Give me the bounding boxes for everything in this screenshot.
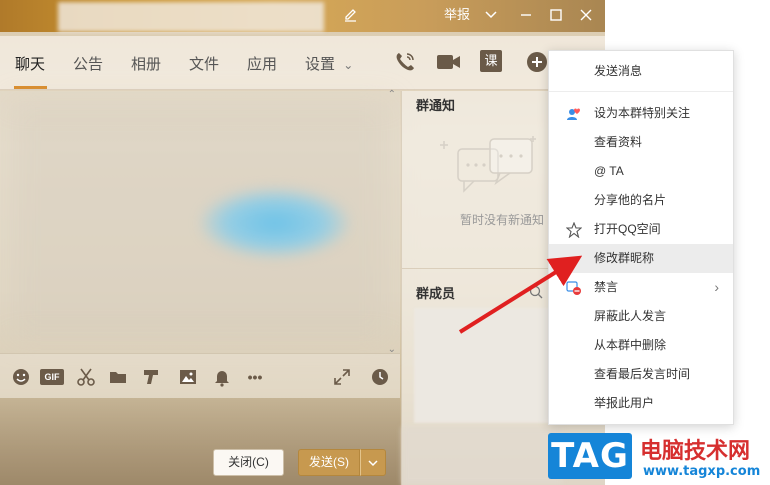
menu-label: 查看最后发言时间 (594, 367, 691, 381)
watermark-logo: TAG (548, 433, 632, 479)
member-list-blurred-lower (402, 427, 562, 485)
tab-bar: 聊天 公告 相册 文件 应用 设置 ⌄ 课 (0, 36, 605, 90)
close-button[interactable]: 关闭(C) (213, 449, 284, 476)
menu-send-message[interactable]: 发送消息 (549, 57, 733, 86)
annotation-arrow (458, 255, 583, 334)
send-button[interactable]: 发送(S) (298, 449, 360, 476)
menu-last-message-time[interactable]: 查看最后发言时间 (549, 360, 733, 389)
menu-label: 设为本群特别关注 (594, 106, 691, 120)
tab-apps[interactable]: 应用 (247, 53, 277, 74)
blurred-message-bubble (200, 188, 350, 258)
menu-view-profile[interactable]: 查看资料 (549, 128, 733, 157)
menu-label: 发送消息 (594, 64, 643, 78)
tab-settings[interactable]: 设置 ⌄ (305, 53, 353, 74)
title-bar[interactable]: 举报 (0, 0, 605, 32)
tab-album[interactable]: 相册 (131, 53, 161, 74)
more-icon[interactable]: ••• (243, 367, 267, 387)
empty-notice-text: 暂时没有新通知 (459, 213, 544, 227)
phone-icon[interactable] (393, 50, 419, 74)
active-tab-indicator (14, 86, 47, 89)
scissors-icon[interactable] (75, 367, 97, 387)
group-notice-title: 群通知 (416, 98, 456, 113)
tab-settings-label: 设置 (305, 56, 336, 73)
menu-share-card[interactable]: 分享他的名片 (549, 186, 733, 215)
tencent-doc-icon[interactable] (140, 367, 162, 387)
minimize-icon[interactable] (515, 4, 537, 26)
empty-notice-illustration (440, 136, 536, 193)
qzone-star-icon (566, 222, 582, 238)
report-label: 举报 (443, 7, 470, 22)
image-icon[interactable] (177, 367, 199, 387)
gif-icon[interactable]: GIF (40, 367, 64, 387)
lesson-glyph: 课 (480, 50, 502, 72)
menu-label: 查看资料 (594, 135, 643, 149)
folder-icon[interactable] (107, 367, 129, 387)
watermark-title: 电脑技术网 (640, 439, 751, 464)
menu-label: 举报此用户 (594, 396, 655, 410)
tab-files[interactable]: 文件 (189, 53, 219, 74)
gif-label: GIF (40, 369, 64, 385)
close-icon[interactable] (575, 4, 597, 26)
menu-special-care[interactable]: 设为本群特别关注 (549, 99, 733, 128)
chevron-right-icon: › (714, 279, 719, 295)
history-clock-icon[interactable] (369, 367, 391, 387)
chevron-down-icon[interactable] (480, 4, 502, 26)
expand-icon[interactable] (331, 367, 353, 387)
video-call-icon[interactable] (436, 50, 462, 74)
chevron-down-icon: ⌄ (343, 58, 354, 72)
menu-separator (549, 91, 733, 92)
pencil-icon[interactable] (340, 4, 362, 26)
member-context-menu: 发送消息 设为本群特别关注 查看资料 @ TA 分享他的名片 打开QQ空间 修改… (548, 50, 734, 425)
tab-announcement[interactable]: 公告 (73, 53, 103, 74)
menu-report-user[interactable]: 举报此用户 (549, 389, 733, 418)
emoji-icon[interactable] (10, 367, 32, 387)
menu-label: @ TA (594, 164, 624, 178)
report-button[interactable]: 举报 (440, 4, 474, 26)
menu-label: 修改群昵称 (594, 251, 655, 265)
group-name-blurred (58, 2, 324, 32)
maximize-icon[interactable] (545, 4, 567, 26)
input-toolbar: GIF ••• (0, 353, 400, 398)
special-care-icon (567, 108, 580, 120)
bell-icon[interactable] (211, 367, 233, 387)
message-area[interactable]: ⌃ ⌄ (0, 89, 400, 355)
menu-label: 屏蔽此人发言 (594, 309, 667, 323)
menu-label: 打开QQ空间 (594, 222, 661, 236)
watermark-url: www.tagxp.com (643, 464, 761, 479)
lesson-icon[interactable]: 课 (480, 50, 506, 74)
menu-mention[interactable]: @ TA (549, 157, 733, 186)
send-options-button[interactable] (360, 449, 386, 476)
tab-chat[interactable]: 聊天 (15, 53, 45, 74)
menu-label: 分享他的名片 (594, 193, 667, 207)
menu-label: 从本群中删除 (594, 338, 667, 352)
collapse-up-icon[interactable]: ⌃ (388, 89, 396, 100)
